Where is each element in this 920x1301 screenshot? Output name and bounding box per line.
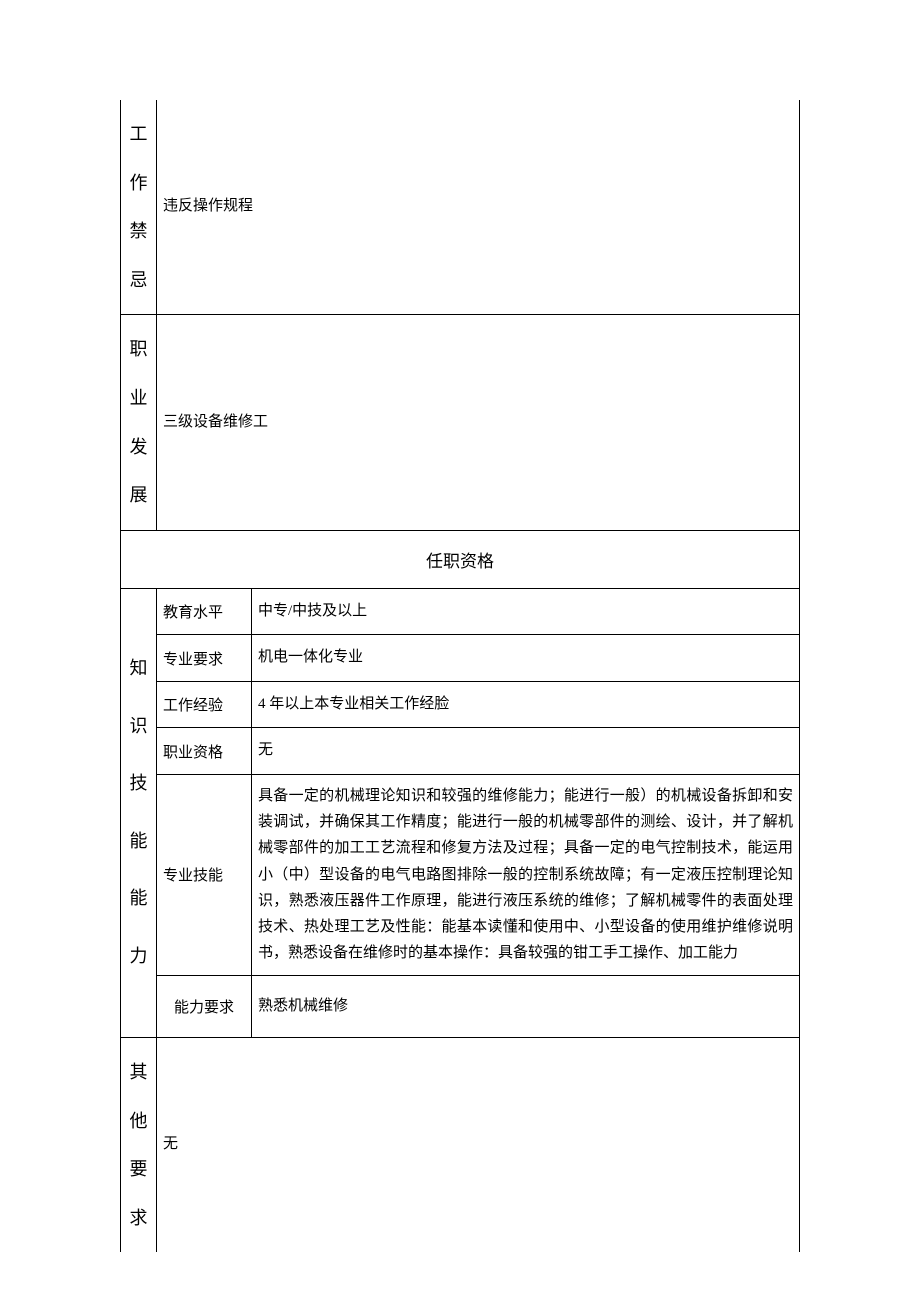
row-other: 其 他 要 求 无 [121,1038,800,1253]
major-value: 机电一体化专业 [252,635,800,682]
other-value: 无 [157,1038,800,1253]
skills-value: 具备一定的机械理论知识和较强的维修能力；能进行一般）的机械设备拆卸和安装调试，并… [252,774,800,975]
experience-value: 4 年以上本专业相关工作经脸 [252,681,800,728]
education-value: 中专/中技及以上 [252,588,800,635]
ability-value: 熟悉机械维修 [252,975,800,1038]
row-major: 专业要求 机电一体化专业 [121,635,800,682]
knowledge-vert-label: 知 识 技 能 能 力 [121,588,157,1037]
cert-label: 职业资格 [157,728,252,775]
row-ability: 能力要求 熟悉机械维修 [121,975,800,1038]
other-label: 其 他 要 求 [121,1038,157,1253]
row-section-header: 任职资格 [121,530,800,588]
row-education: 知 识 技 能 能 力 教育水平 中专/中技及以上 [121,588,800,635]
ability-label: 能力要求 [157,975,252,1038]
work-taboo-value: 违反操作规程 [157,100,800,315]
education-label: 教育水平 [157,588,252,635]
section-header: 任职资格 [121,530,800,588]
skills-label: 专业技能 [157,774,252,975]
document-table: 工 作 禁 忌 违反操作规程 职 业 发 展 三级设备维修工 任职资格 知 识 … [120,100,800,1252]
row-work-taboo: 工 作 禁 忌 违反操作规程 [121,100,800,315]
career-dev-value: 三级设备维修工 [157,315,800,530]
row-experience: 工作经验 4 年以上本专业相关工作经脸 [121,681,800,728]
row-cert: 职业资格 无 [121,728,800,775]
cert-value: 无 [252,728,800,775]
work-taboo-label: 工 作 禁 忌 [121,100,157,315]
row-career-dev: 职 业 发 展 三级设备维修工 [121,315,800,530]
career-dev-label: 职 业 发 展 [121,315,157,530]
row-skills: 专业技能 具备一定的机械理论知识和较强的维修能力；能进行一般）的机械设备拆卸和安… [121,774,800,975]
experience-label: 工作经验 [157,681,252,728]
major-label: 专业要求 [157,635,252,682]
